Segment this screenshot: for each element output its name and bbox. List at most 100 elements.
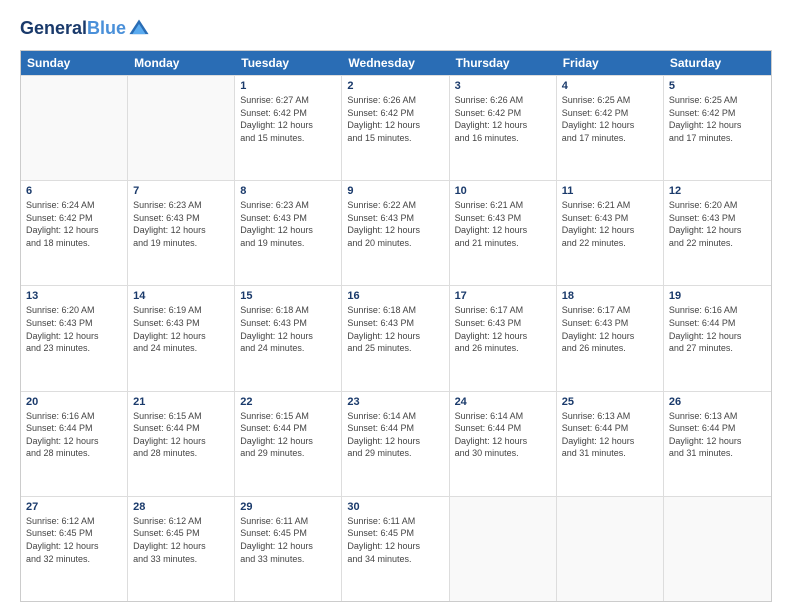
day-number: 6 bbox=[26, 185, 122, 197]
day-cell: 20 Sunrise: 6:16 AM Sunset: 6:44 PM Dayli… bbox=[21, 392, 128, 496]
page: GeneralBlue SundayMondayTuesdayWednesday… bbox=[0, 0, 792, 612]
day-cell: 26Sunrise: 6:13 AM Sunset: 6:44 PM Dayli… bbox=[664, 392, 771, 496]
day-number: 13 bbox=[26, 290, 122, 302]
day-number: 18 bbox=[562, 290, 658, 302]
day-number: 30 bbox=[347, 501, 443, 513]
day-header-monday: Monday bbox=[128, 51, 235, 75]
calendar: SundayMondayTuesdayWednesdayThursdayFrid… bbox=[20, 50, 772, 602]
day-info: Sunrise: 6:21 AM Sunset: 6:43 PM Dayligh… bbox=[455, 199, 551, 249]
week-row: 13 Sunrise: 6:20 AM Sunset: 6:43 PM Dayli… bbox=[21, 285, 771, 390]
day-cell: 19Sunrise: 6:16 AM Sunset: 6:44 PM Dayli… bbox=[664, 286, 771, 390]
day-cell: 1 Sunrise: 6:27 AM Sunset: 6:42 PM Daylig… bbox=[235, 76, 342, 180]
day-info: Sunrise: 6:20 AM Sunset: 6:43 PM Dayligh… bbox=[669, 199, 766, 249]
day-number: 2 bbox=[347, 80, 443, 92]
day-info: Sunrise: 6:25 AM Sunset: 6:42 PM Dayligh… bbox=[562, 94, 658, 144]
day-info: Sunrise: 6:23 AM Sunset: 6:43 PM Dayligh… bbox=[240, 199, 336, 249]
day-info: Sunrise: 6:24 AM Sunset: 6:42 PM Dayligh… bbox=[26, 199, 122, 249]
day-info: Sunrise: 6:26 AM Sunset: 6:42 PM Dayligh… bbox=[455, 94, 551, 144]
day-info: Sunrise: 6:18 AM Sunset: 6:43 PM Dayligh… bbox=[240, 304, 336, 354]
day-info: Sunrise: 6:11 AM Sunset: 6:45 PM Dayligh… bbox=[347, 515, 443, 565]
day-info: Sunrise: 6:11 AM Sunset: 6:45 PM Dayligh… bbox=[240, 515, 336, 565]
week-row: 20 Sunrise: 6:16 AM Sunset: 6:44 PM Dayli… bbox=[21, 391, 771, 496]
day-number: 16 bbox=[347, 290, 443, 302]
day-number: 24 bbox=[455, 396, 551, 408]
day-number: 4 bbox=[562, 80, 658, 92]
week-row: 27 Sunrise: 6:12 AM Sunset: 6:45 PM Dayli… bbox=[21, 496, 771, 601]
day-cell: 2Sunrise: 6:26 AM Sunset: 6:42 PM Daylig… bbox=[342, 76, 449, 180]
day-number: 29 bbox=[240, 501, 336, 513]
day-cell: 24 Sunrise: 6:14 AM Sunset: 6:44 PM Dayli… bbox=[450, 392, 557, 496]
day-number: 7 bbox=[133, 185, 229, 197]
day-cell: 22 Sunrise: 6:15 AM Sunset: 6:44 PM Dayli… bbox=[235, 392, 342, 496]
day-cell: 29 Sunrise: 6:11 AM Sunset: 6:45 PM Dayli… bbox=[235, 497, 342, 601]
day-info: Sunrise: 6:18 AM Sunset: 6:43 PM Dayligh… bbox=[347, 304, 443, 354]
day-header-wednesday: Wednesday bbox=[342, 51, 449, 75]
day-cell: 6 Sunrise: 6:24 AM Sunset: 6:42 PM Daylig… bbox=[21, 181, 128, 285]
day-cell: 12 Sunrise: 6:20 AM Sunset: 6:43 PM Dayli… bbox=[664, 181, 771, 285]
day-cell: 16 Sunrise: 6:18 AM Sunset: 6:43 PM Dayli… bbox=[342, 286, 449, 390]
day-cell: 28 Sunrise: 6:12 AM Sunset: 6:45 PM Dayli… bbox=[128, 497, 235, 601]
day-number: 21 bbox=[133, 396, 229, 408]
day-info: Sunrise: 6:20 AM Sunset: 6:43 PM Dayligh… bbox=[26, 304, 122, 354]
day-number: 28 bbox=[133, 501, 229, 513]
day-info: Sunrise: 6:21 AM Sunset: 6:43 PM Dayligh… bbox=[562, 199, 658, 249]
day-number: 10 bbox=[455, 185, 551, 197]
day-header-tuesday: Tuesday bbox=[235, 51, 342, 75]
day-info: Sunrise: 6:22 AM Sunset: 6:43 PM Dayligh… bbox=[347, 199, 443, 249]
day-number: 11 bbox=[562, 185, 658, 197]
day-header-saturday: Saturday bbox=[664, 51, 771, 75]
day-info: Sunrise: 6:13 AM Sunset: 6:44 PM Dayligh… bbox=[562, 410, 658, 460]
day-header-friday: Friday bbox=[557, 51, 664, 75]
day-number: 25 bbox=[562, 396, 658, 408]
day-cell: 18 Sunrise: 6:17 AM Sunset: 6:43 PM Dayli… bbox=[557, 286, 664, 390]
day-number: 23 bbox=[347, 396, 443, 408]
day-cell: 10 Sunrise: 6:21 AM Sunset: 6:43 PM Dayli… bbox=[450, 181, 557, 285]
day-info: Sunrise: 6:17 AM Sunset: 6:43 PM Dayligh… bbox=[562, 304, 658, 354]
day-info: Sunrise: 6:16 AM Sunset: 6:44 PM Dayligh… bbox=[26, 410, 122, 460]
day-number: 20 bbox=[26, 396, 122, 408]
day-headers: SundayMondayTuesdayWednesdayThursdayFrid… bbox=[21, 51, 771, 75]
day-cell bbox=[557, 497, 664, 601]
logo-icon bbox=[128, 18, 150, 40]
day-cell: 7 Sunrise: 6:23 AM Sunset: 6:43 PM Daylig… bbox=[128, 181, 235, 285]
header: GeneralBlue bbox=[20, 18, 772, 40]
day-cell: 17 Sunrise: 6:17 AM Sunset: 6:43 PM Dayli… bbox=[450, 286, 557, 390]
day-cell bbox=[21, 76, 128, 180]
day-number: 27 bbox=[26, 501, 122, 513]
day-number: 9 bbox=[347, 185, 443, 197]
day-info: Sunrise: 6:25 AM Sunset: 6:42 PM Dayligh… bbox=[669, 94, 766, 144]
day-number: 26 bbox=[669, 396, 766, 408]
day-cell: 8Sunrise: 6:23 AM Sunset: 6:43 PM Daylig… bbox=[235, 181, 342, 285]
day-cell: 21 Sunrise: 6:15 AM Sunset: 6:44 PM Dayli… bbox=[128, 392, 235, 496]
day-header-sunday: Sunday bbox=[21, 51, 128, 75]
day-cell bbox=[664, 497, 771, 601]
day-cell: 13 Sunrise: 6:20 AM Sunset: 6:43 PM Dayli… bbox=[21, 286, 128, 390]
day-info: Sunrise: 6:14 AM Sunset: 6:44 PM Dayligh… bbox=[347, 410, 443, 460]
day-cell: 4 Sunrise: 6:25 AM Sunset: 6:42 PM Daylig… bbox=[557, 76, 664, 180]
day-cell: 30 Sunrise: 6:11 AM Sunset: 6:45 PM Dayli… bbox=[342, 497, 449, 601]
logo-text: GeneralBlue bbox=[20, 19, 126, 39]
day-number: 12 bbox=[669, 185, 766, 197]
day-cell: 15 Sunrise: 6:18 AM Sunset: 6:43 PM Dayli… bbox=[235, 286, 342, 390]
day-info: Sunrise: 6:17 AM Sunset: 6:43 PM Dayligh… bbox=[455, 304, 551, 354]
week-row: 1 Sunrise: 6:27 AM Sunset: 6:42 PM Daylig… bbox=[21, 75, 771, 180]
day-info: Sunrise: 6:23 AM Sunset: 6:43 PM Dayligh… bbox=[133, 199, 229, 249]
day-number: 15 bbox=[240, 290, 336, 302]
week-row: 6 Sunrise: 6:24 AM Sunset: 6:42 PM Daylig… bbox=[21, 180, 771, 285]
day-number: 17 bbox=[455, 290, 551, 302]
day-info: Sunrise: 6:12 AM Sunset: 6:45 PM Dayligh… bbox=[133, 515, 229, 565]
day-cell: 11 Sunrise: 6:21 AM Sunset: 6:43 PM Dayli… bbox=[557, 181, 664, 285]
day-number: 22 bbox=[240, 396, 336, 408]
day-number: 1 bbox=[240, 80, 336, 92]
day-info: Sunrise: 6:14 AM Sunset: 6:44 PM Dayligh… bbox=[455, 410, 551, 460]
day-info: Sunrise: 6:15 AM Sunset: 6:44 PM Dayligh… bbox=[240, 410, 336, 460]
day-cell bbox=[128, 76, 235, 180]
day-header-thursday: Thursday bbox=[450, 51, 557, 75]
day-cell: 14Sunrise: 6:19 AM Sunset: 6:43 PM Dayli… bbox=[128, 286, 235, 390]
day-cell: 3Sunrise: 6:26 AM Sunset: 6:42 PM Daylig… bbox=[450, 76, 557, 180]
day-info: Sunrise: 6:15 AM Sunset: 6:44 PM Dayligh… bbox=[133, 410, 229, 460]
day-info: Sunrise: 6:27 AM Sunset: 6:42 PM Dayligh… bbox=[240, 94, 336, 144]
day-cell: 23 Sunrise: 6:14 AM Sunset: 6:44 PM Dayli… bbox=[342, 392, 449, 496]
day-cell bbox=[450, 497, 557, 601]
day-number: 14 bbox=[133, 290, 229, 302]
